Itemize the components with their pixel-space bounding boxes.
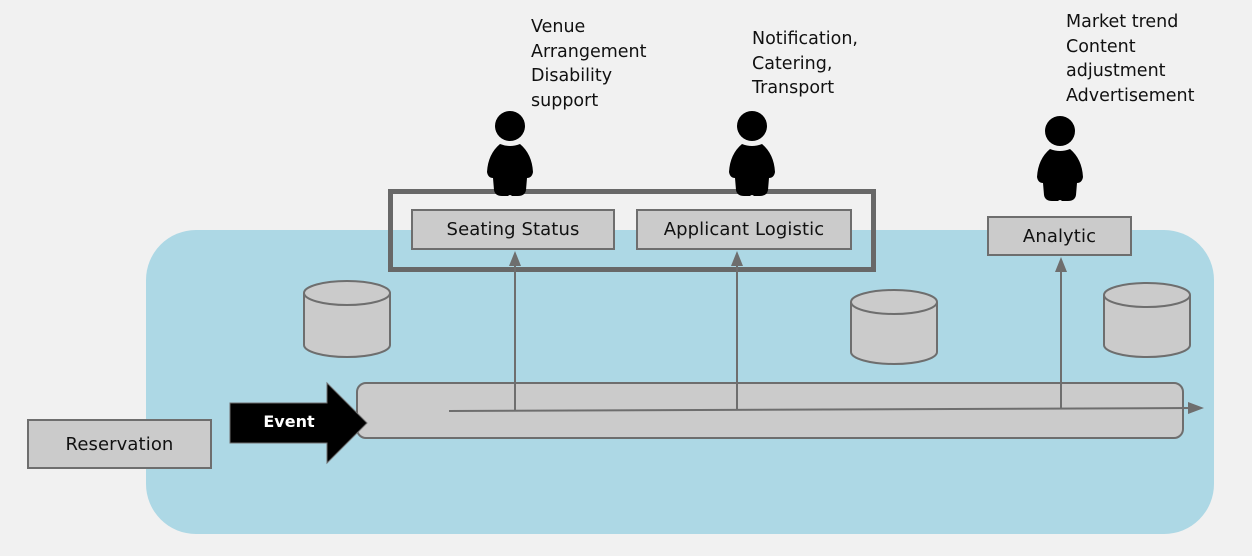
note-line: adjustment [1066, 61, 1166, 81]
reservation-box[interactable]: Reservation [27, 419, 212, 469]
database-icon [850, 289, 938, 365]
seating-status-box[interactable]: Seating Status [411, 209, 615, 250]
user-icon [487, 111, 533, 196]
note-line: support [531, 90, 599, 111]
note-line: Venue [531, 17, 586, 37]
note-line: Content [1066, 36, 1136, 57]
analytic-box[interactable]: Analytic [987, 216, 1132, 256]
note-line: Notification, [752, 29, 858, 49]
consumer-arrow-analytic [1055, 257, 1067, 408]
event-label: Event [263, 412, 315, 431]
logistic-notes: Notification, Catering, Transport [752, 27, 858, 101]
applicant-logistic-box[interactable]: Applicant Logistic [636, 209, 852, 250]
consumer-arrow-seating [509, 251, 521, 410]
note-line: Arrangement [531, 41, 647, 62]
event-stream-arrowhead [1188, 402, 1204, 414]
database-icon [1103, 282, 1191, 358]
analytic-notes: Market trend Content adjustment Advertis… [1066, 10, 1194, 108]
database-icon [303, 280, 391, 358]
consumer-arrow-logistic [731, 251, 743, 409]
note-line: Transport [752, 78, 835, 98]
note-line: Advertisement [1066, 85, 1195, 106]
note-line: Catering, [752, 53, 833, 74]
seating-notes: Venue Arrangement Disability support [531, 15, 647, 113]
note-line: Disability [531, 66, 613, 86]
user-icon [1037, 116, 1083, 201]
note-line: Market trend [1066, 12, 1179, 32]
user-icon [729, 111, 775, 196]
event-stream-line [448, 407, 1193, 412]
